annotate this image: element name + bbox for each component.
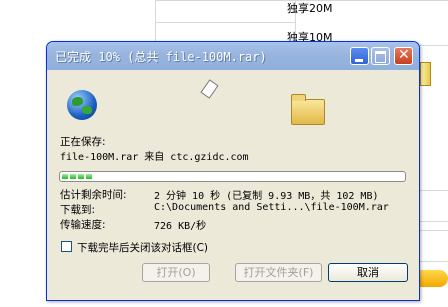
download-dialog: 已完成 10% (总共 file-100M.rar) ✕ 正在保存: file-…	[46, 41, 420, 301]
title-bar[interactable]: 已完成 10% (总共 file-100M.rar) ✕	[47, 42, 419, 70]
time-left-label: 估计剩余时间:	[60, 189, 127, 201]
maximize-icon	[375, 51, 386, 63]
transfer-rate-label: 传输速度:	[60, 219, 106, 231]
close-icon: ✕	[398, 47, 410, 63]
close-button[interactable]: ✕	[394, 47, 413, 65]
minimize-button[interactable]	[350, 47, 369, 65]
bg-item-20m: 独享20M	[287, 2, 333, 15]
globe-icon	[67, 90, 97, 120]
minimize-icon	[355, 59, 363, 62]
time-left-value: 2 分钟 10 秒 (已复制 9.93 MB，共 102 MB)	[154, 191, 379, 202]
bg-table-cell	[155, 0, 297, 24]
transfer-rate-value: 726 KB/秒	[154, 221, 207, 232]
download-to-value: C:\Documents and Setti...\file-100M.rar	[154, 202, 389, 213]
open-button[interactable]: 打开(O)	[142, 263, 210, 282]
progress-block	[62, 174, 68, 179]
progress-fill	[62, 174, 92, 179]
progress-block	[86, 174, 92, 179]
progress-block	[78, 174, 84, 179]
progress-block	[70, 174, 76, 179]
bg-table-cell	[418, 230, 448, 262]
maximize-button	[371, 47, 390, 65]
open-folder-button[interactable]: 打开文件夹(F)	[235, 263, 322, 282]
bg-table-cell	[418, 190, 448, 222]
saving-file: file-100M.rar 来自 ctc.gzidc.com	[60, 152, 249, 163]
scroll-icon	[420, 62, 431, 86]
dialog-title: 已完成 10% (总共 file-100M.rar)	[55, 50, 267, 64]
close-on-complete-checkbox[interactable]	[61, 241, 72, 252]
folder-icon	[291, 94, 325, 125]
close-on-complete-label[interactable]: 下载完毕后关闭该对话框(C)	[77, 240, 208, 255]
download-to-label: 下载到:	[60, 204, 96, 216]
flying-paper-icon	[200, 79, 219, 99]
progress-bar	[59, 171, 406, 182]
cancel-button[interactable]: 取消	[328, 263, 408, 282]
saving-label: 正在保存:	[60, 136, 106, 148]
